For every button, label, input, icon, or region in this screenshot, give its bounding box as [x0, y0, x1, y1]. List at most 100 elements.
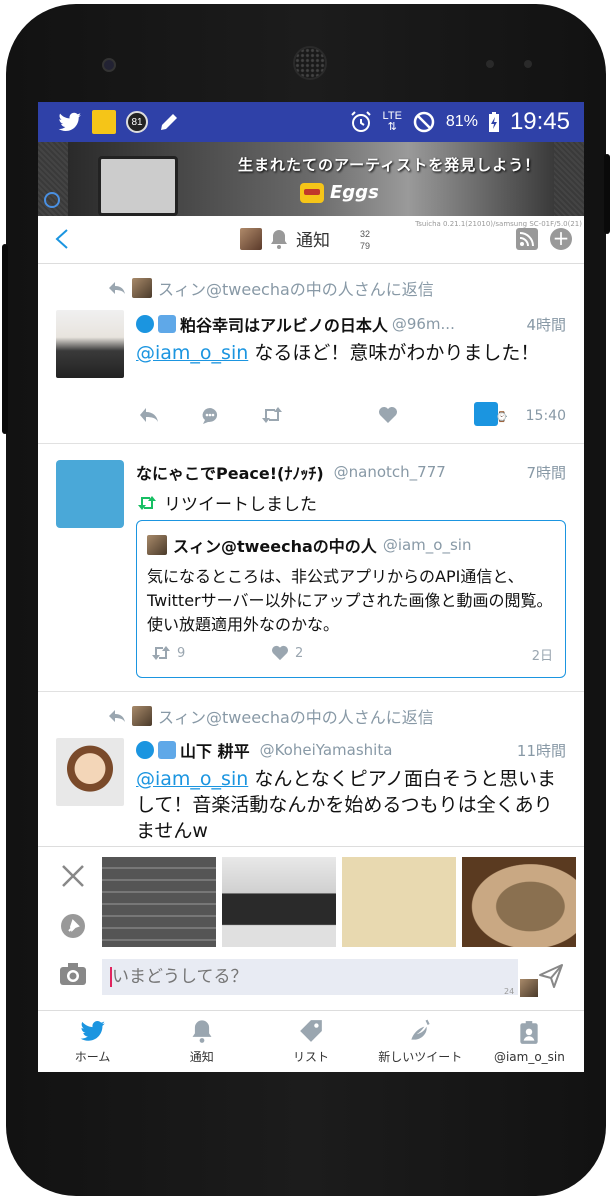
send-icon[interactable]	[538, 963, 564, 989]
retweet-indicator: リツイートしました	[136, 490, 317, 515]
proximity-sensor	[486, 60, 494, 68]
reply-button[interactable]	[138, 406, 160, 424]
twitter-client-icon	[474, 402, 498, 426]
bird-icon	[80, 1021, 105, 1041]
image-thumbnail-amplifier[interactable]	[222, 857, 336, 947]
mention-link[interactable]: @iam_o_sin	[136, 768, 248, 790]
char-count: 24	[504, 987, 515, 996]
tweet-timestamp: 15:40	[525, 408, 566, 424]
lte-indicator: LTE ⇅	[382, 110, 402, 133]
reply-indicator: スィン@tweechaの中の人さんに返信	[108, 276, 434, 300]
compose-panel: 24	[38, 846, 584, 1008]
quoted-tweet[interactable]: スィン@tweechaの中の人 @iam_o_sin 気になるところは、非公式ア…	[136, 520, 566, 678]
like-count-icon	[272, 645, 288, 661]
eggs-logo-icon	[300, 182, 324, 203]
image-thumbnail-drawing[interactable]	[342, 857, 456, 947]
network-label: LTE	[382, 110, 402, 122]
tweet-compose-input[interactable]	[102, 959, 518, 995]
pin-icon[interactable]	[60, 913, 86, 939]
quote-likes: 2	[271, 645, 303, 661]
follow-badge-icon	[158, 741, 176, 759]
reply-to-text: スィン@tweechaの中の人さんに返信	[158, 708, 434, 727]
tweet-time: 11時間	[516, 742, 566, 760]
tweet-text: @iam_o_sin なるほど！意味がわかりました！	[136, 340, 566, 366]
quill-bird-icon	[411, 1019, 430, 1040]
banner-phone-image	[98, 156, 178, 216]
tweet[interactable]: スィン@tweechaの中の人さんに返信 山下 耕平 @KoheiYamashi…	[38, 692, 584, 852]
quote-author-handle: @iam_o_sin	[382, 536, 472, 554]
retweet-label: リツイートしました	[164, 495, 317, 515]
count-bottom: 79	[360, 241, 371, 251]
screen: 81 LTE ⇅ 81% 19:45 生まれたてのアーティストを発見しよう！ Eg…	[38, 102, 584, 1072]
twitter-notification-icon	[58, 112, 81, 131]
volume-button	[2, 244, 8, 434]
reply-to-text: スィン@tweechaの中の人さんに返信	[158, 280, 434, 299]
bell-icon	[271, 229, 287, 249]
header-counts: 32 79	[360, 228, 370, 252]
avatar[interactable]	[56, 310, 124, 378]
earpiece-speaker	[293, 46, 327, 80]
reply-target-avatar	[132, 706, 152, 726]
header-title-group: 通知	[240, 226, 330, 251]
tweet-author-handle[interactable]: @96m...	[392, 315, 455, 333]
watch-icon: ⌚	[495, 412, 508, 423]
avatar[interactable]	[56, 460, 124, 528]
banner-image: 生まれたてのアーティストを発見しよう！ Eggs	[68, 142, 554, 216]
tweet[interactable]: なにゃこでPeace!(ﾅﾉｯﾁ) @nanotch_777 7時間 リツイート…	[38, 444, 584, 692]
avatar[interactable]	[56, 738, 124, 806]
status-bar: 81 LTE ⇅ 81% 19:45	[38, 102, 584, 142]
nav-label-home: ホーム	[74, 1050, 111, 1064]
retweet-count-icon	[152, 646, 170, 660]
quote-retweets: 9	[151, 645, 185, 661]
quote-avatar	[147, 535, 167, 555]
front-camera	[102, 58, 116, 72]
tweet-author-name[interactable]: 山下 耕平	[180, 738, 250, 762]
banner-headline: 生まれたてのアーティストを発見しよう！	[238, 156, 541, 174]
battery-percent: 81%	[445, 113, 478, 130]
app-header: 通知 32 79 +	[38, 216, 584, 264]
stream-icon[interactable]	[516, 228, 538, 250]
close-icon[interactable]	[60, 863, 86, 889]
image-thumbnail-keyboard[interactable]	[102, 857, 216, 947]
tweet-author-name[interactable]: 粕谷幸司はアルビノの日本人	[180, 312, 388, 336]
quote-retweet-count: 9	[177, 645, 186, 661]
pencil-icon	[161, 114, 177, 130]
smile-badge-icon	[136, 741, 154, 759]
conversation-button[interactable]	[200, 406, 220, 426]
back-arrow-icon[interactable]	[54, 228, 70, 250]
phone-frame: 81 LTE ⇅ 81% 19:45 生まれたてのアーティストを発見しよう！ Eg…	[2, 4, 610, 1196]
notification-count-badge: 81	[126, 111, 148, 133]
page-title: 通知	[296, 231, 330, 251]
tweet-header: 粕谷幸司はアルビノの日本人 @96m...	[136, 312, 455, 336]
tweet-header: 山下 耕平 @KoheiYamashita	[136, 738, 392, 762]
tweet-author-handle[interactable]: @KoheiYamashita	[260, 741, 393, 759]
nav-item-home[interactable]: ホーム	[38, 1011, 147, 1072]
header-avatar	[240, 227, 262, 250]
ad-banner[interactable]: 生まれたてのアーティストを発見しよう！ Eggs Tsuicha 0.21.1(…	[38, 142, 584, 228]
like-button[interactable]	[378, 406, 398, 424]
text-cursor	[110, 967, 112, 987]
nav-item-notifications[interactable]: 通知	[147, 1011, 256, 1072]
retweet-icon	[138, 495, 156, 510]
tweet-author-name[interactable]: なにゃこでPeace!(ﾅﾉｯﾁ)	[136, 460, 324, 484]
nav-item-profile[interactable]: @iam_o_sin	[475, 1011, 584, 1072]
nav-item-new-tweet[interactable]: 新しいツイート	[366, 1011, 475, 1072]
quote-like-count: 2	[295, 645, 304, 661]
tweet-author-handle[interactable]: @nanotch_777	[334, 463, 446, 481]
tweet-time: 4時間	[526, 316, 566, 334]
follow-badge-icon	[158, 315, 176, 333]
tweet[interactable]: スィン@tweechaの中の人さんに返信 粕谷幸司はアルビノの日本人 @96m.…	[38, 264, 584, 444]
bottom-nav: ホーム 通知 リスト 新しいツイート @iam_o_sin	[38, 1010, 584, 1072]
retweet-button[interactable]	[260, 406, 284, 424]
tweet-header: なにゃこでPeace!(ﾅﾉｯﾁ) @nanotch_777	[136, 460, 446, 484]
add-icon[interactable]: +	[550, 228, 572, 250]
image-thumbnail-cat[interactable]	[462, 857, 576, 947]
app-notification-icon	[92, 110, 116, 134]
ad-info-icon[interactable]	[44, 192, 60, 208]
compose-account-avatar[interactable]	[520, 979, 538, 997]
nav-item-lists[interactable]: リスト	[256, 1011, 365, 1072]
smile-badge-icon	[136, 315, 154, 333]
mention-link[interactable]: @iam_o_sin	[136, 342, 248, 364]
camera-icon[interactable]	[58, 961, 88, 987]
count-top: 32	[360, 229, 371, 239]
